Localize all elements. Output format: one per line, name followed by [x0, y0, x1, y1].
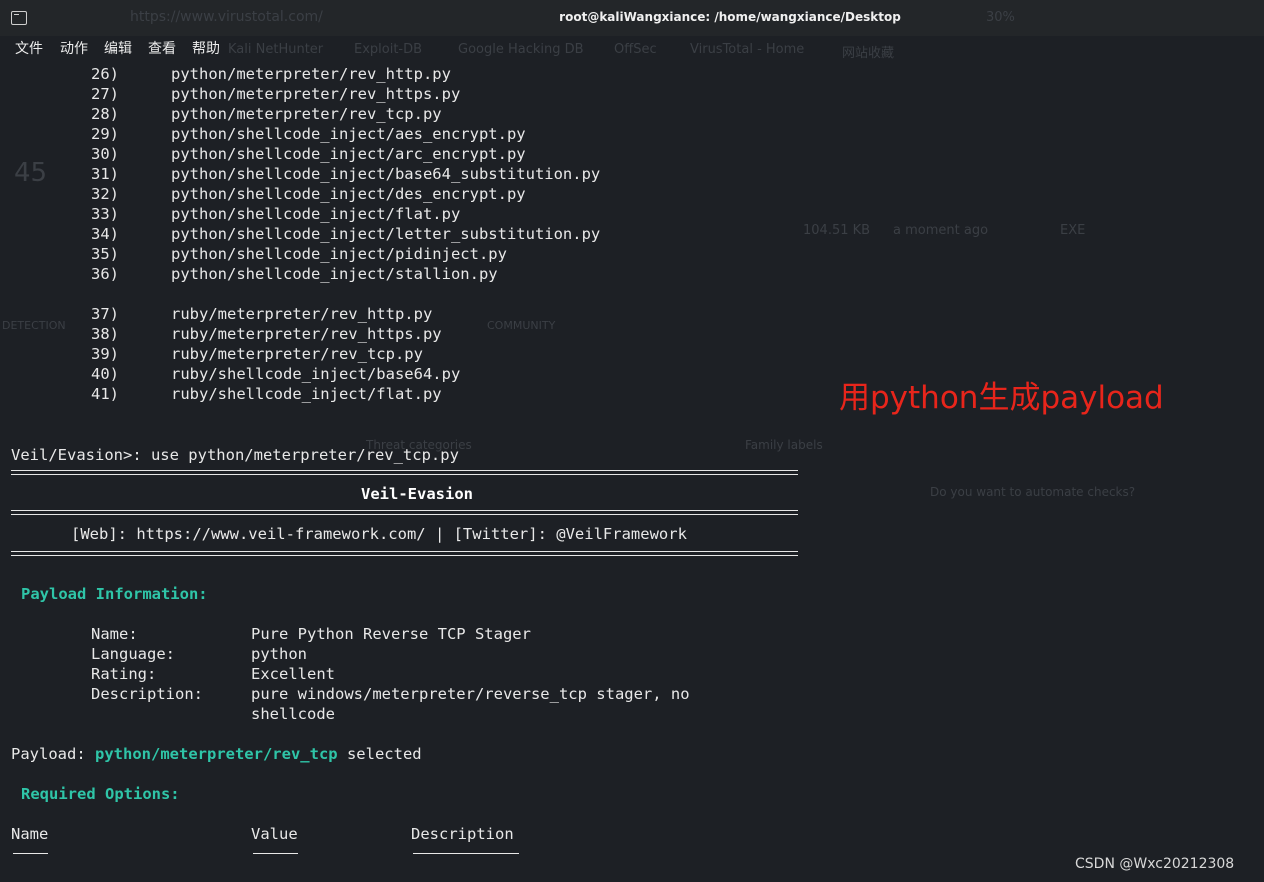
payload-path: ruby/shellcode_inject/base64.py	[171, 365, 461, 383]
info-label: Rating:	[91, 665, 157, 683]
selected-prefix: Payload:	[11, 745, 95, 763]
ghost-tab: DETECTION	[2, 319, 66, 332]
payload-path: python/shellcode_inject/pidinject.py	[171, 245, 507, 263]
payload-path: python/shellcode_inject/letter_substitut…	[171, 225, 601, 243]
info-value: python	[251, 645, 307, 663]
ghost-size: 104.51 KB	[803, 223, 871, 238]
column-underline	[413, 853, 519, 854]
window-titlebar: https://www.virustotal.com/ 30% root@kal…	[0, 0, 1264, 36]
column-underline	[253, 853, 298, 854]
payload-number: 33)	[91, 205, 119, 223]
menu-edit[interactable]: 编辑	[104, 38, 132, 58]
payload-path: python/shellcode_inject/aes_encrypt.py	[171, 125, 526, 143]
payload-path: python/shellcode_inject/stallion.py	[171, 265, 498, 283]
payload-path: python/shellcode_inject/flat.py	[171, 205, 461, 223]
ghost-bookmark: Google Hacking DB	[458, 42, 584, 57]
ghost-label: Family labels	[745, 438, 823, 452]
info-value: Excellent	[251, 665, 335, 683]
payload-path: python/meterpreter/rev_http.py	[171, 65, 451, 83]
payload-path: ruby/meterpreter/rev_https.py	[171, 325, 442, 343]
ghost-bookmark: 网站收藏	[842, 46, 895, 61]
ghost-bookmark: VirusTotal - Home	[690, 42, 805, 57]
ghost-label: Do you want to automate checks?	[930, 485, 1136, 499]
payload-number: 26)	[91, 65, 119, 83]
menu-view[interactable]: 查看	[148, 38, 176, 58]
watermark: CSDN @Wxc20212308	[1075, 856, 1235, 872]
column-header-value: Value	[251, 825, 298, 843]
payload-number: 32)	[91, 185, 119, 203]
payload-number: 39)	[91, 345, 119, 363]
info-label: Language:	[91, 645, 175, 663]
payload-number: 30)	[91, 145, 119, 163]
menu-file[interactable]: 文件	[15, 38, 43, 58]
ghost-bookmark: OffSec	[614, 42, 657, 57]
ghost-tab: COMMUNITY	[487, 319, 556, 332]
payload-number: 38)	[91, 325, 119, 343]
payload-path: python/meterpreter/rev_https.py	[171, 85, 461, 103]
ghost-time: a moment ago	[893, 223, 989, 238]
payload-path: python/shellcode_inject/des_encrypt.py	[171, 185, 526, 203]
payload-number: 34)	[91, 225, 119, 243]
info-label: Description:	[91, 685, 203, 703]
banner-title: Veil-Evasion	[361, 485, 473, 503]
menubar: 文件 动作 编辑 查看 帮助 Kali NetHunter Exploit-DB…	[0, 36, 1264, 61]
menu-action[interactable]: 动作	[60, 38, 88, 58]
payload-path: python/meterpreter/rev_tcp.py	[171, 105, 442, 123]
payload-number: 29)	[91, 125, 119, 143]
info-value-cont: shellcode	[251, 705, 335, 723]
command-line: Veil/Evasion>: use python/meterpreter/re…	[11, 446, 459, 464]
info-value: pure windows/meterpreter/reverse_tcp sta…	[251, 685, 690, 703]
ghost-bookmark: Exploit-DB	[354, 42, 423, 57]
ghost-filetype: EXE	[1060, 223, 1086, 238]
payload-number: 41)	[91, 385, 119, 403]
terminal-icon	[11, 11, 27, 25]
ghost-url: https://www.virustotal.com/	[130, 9, 323, 25]
payload-number: 27)	[91, 85, 119, 103]
ghost-score: 45	[14, 158, 48, 188]
column-header-name: Name	[11, 825, 49, 843]
payload-path: ruby/meterpreter/rev_tcp.py	[171, 345, 423, 363]
payload-number: 40)	[91, 365, 119, 383]
column-header-description: Description	[411, 825, 514, 843]
window-title: root@kaliWangxiance: /home/wangxiance/De…	[559, 10, 901, 24]
payload-number: 35)	[91, 245, 119, 263]
payload-number: 31)	[91, 165, 119, 183]
selected-payload: python/meterpreter/rev_tcp	[95, 745, 338, 763]
payload-selected-line: Payload: python/meterpreter/rev_tcp sele…	[11, 744, 422, 764]
payload-path: ruby/meterpreter/rev_http.py	[171, 305, 433, 323]
payload-path: python/shellcode_inject/arc_encrypt.py	[171, 145, 526, 163]
payload-path: python/shellcode_inject/base64_substitut…	[171, 165, 601, 183]
info-value: Pure Python Reverse TCP Stager	[251, 625, 531, 643]
payload-info-header: Payload Information:	[21, 585, 208, 603]
ghost-bookmark: Kali NetHunter	[228, 42, 324, 57]
payload-number: 28)	[91, 105, 119, 123]
selected-suffix: selected	[337, 745, 422, 763]
payload-number: 36)	[91, 265, 119, 283]
payload-number: 37)	[91, 305, 119, 323]
annotation-text: 用python生成payload	[839, 380, 1164, 416]
column-underline	[13, 853, 48, 854]
menu-help[interactable]: 帮助	[192, 38, 220, 58]
required-options-header: Required Options:	[21, 785, 180, 803]
info-label: Name:	[91, 625, 138, 643]
banner-links: [Web]: https://www.veil-framework.com/ |…	[71, 525, 687, 543]
payload-path: ruby/shellcode_inject/flat.py	[171, 385, 442, 403]
ghost-zoom: 30%	[986, 10, 1015, 25]
